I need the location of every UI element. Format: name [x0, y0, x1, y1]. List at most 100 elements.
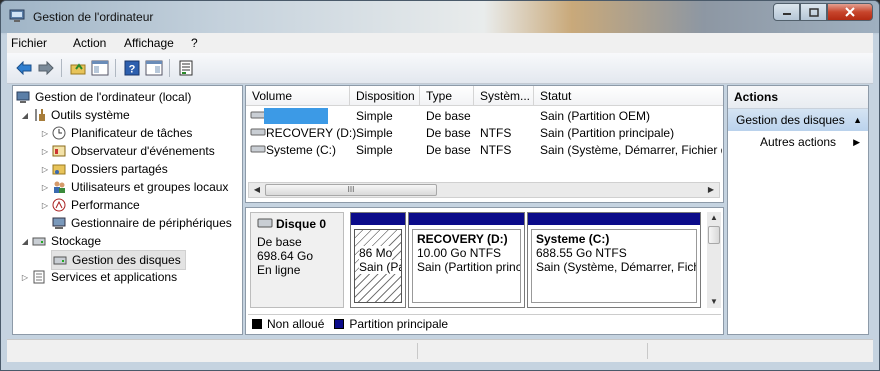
show-hide-action-pane-button[interactable]: [145, 59, 163, 77]
performance-icon: [51, 197, 67, 213]
partition-oem[interactable]: 86 Mo Sain (Pa: [350, 212, 406, 308]
show-hide-tree-button[interactable]: [91, 59, 109, 77]
maximize-button[interactable]: [800, 3, 827, 21]
partition-size: 688.55 Go NTFS: [536, 246, 627, 260]
collapse-icon[interactable]: ◢: [19, 237, 31, 246]
partition-name: Systeme (C:): [536, 232, 610, 246]
disk-icon: [257, 217, 273, 231]
legend: Non alloué Partition principale: [248, 314, 721, 332]
more-actions-label: Autres actions: [760, 135, 837, 149]
close-button[interactable]: [827, 3, 873, 21]
legend-primary: Partition principale: [349, 316, 449, 331]
forward-button[interactable]: [37, 59, 55, 77]
actions-section-disk-management[interactable]: Gestion des disques ▲: [728, 109, 868, 131]
partition-size: 10.00 Go NTFS: [417, 246, 502, 260]
console-tree-icon: [91, 60, 109, 76]
menu-help[interactable]: ?: [191, 36, 198, 50]
volume-name-highlight: [264, 108, 328, 124]
minimize-icon: [782, 13, 791, 15]
vertical-scrollbar[interactable]: ▲ ▼: [707, 212, 721, 308]
partition-name: RECOVERY (D:): [417, 232, 508, 246]
tree-label: Gestion de l'ordinateur (local): [35, 90, 192, 104]
menu-bar: Fichier Action Affichage ?: [7, 33, 873, 53]
folder-up-icon: [70, 63, 86, 75]
title-bar[interactable]: Gestion de l'ordinateur: [1, 1, 879, 33]
expand-icon[interactable]: ▷: [39, 147, 51, 156]
help-icon: ?: [124, 60, 140, 76]
svg-text:?: ?: [129, 64, 136, 76]
tree-item-task-scheduler[interactable]: ▷ Planificateur de tâches: [39, 124, 192, 142]
volume-status: Sain (Partition OEM): [540, 109, 651, 123]
forward-arrow-icon: [38, 61, 54, 75]
scroll-down-icon[interactable]: ▼: [707, 296, 721, 308]
toolbar: ?: [7, 53, 873, 84]
partition-status: Sain (Pa: [359, 260, 401, 274]
partition-recovery[interactable]: RECOVERY (D:) 10.00 Go NTFS Sain (Partit…: [408, 212, 525, 308]
collapse-icon[interactable]: ◢: [19, 111, 31, 120]
collapse-up-icon[interactable]: ▲: [853, 109, 862, 131]
column-header-volume[interactable]: Volume: [246, 86, 350, 106]
tree-item-system-tools[interactable]: ◢ Outils système: [19, 106, 130, 124]
disk-map: Disque 0 De base 698.64 Go En ligne 86 M…: [245, 207, 724, 335]
partition-status: Sain (Système, Démarrer, Fichi: [536, 260, 697, 274]
expand-icon[interactable]: ▷: [19, 273, 31, 282]
action-pane-icon: [145, 60, 163, 76]
tree-label: Gestionnaire de périphériques: [71, 216, 232, 230]
column-header-filesystem[interactable]: Systèm...: [474, 86, 534, 106]
tree-item-root[interactable]: Gestion de l'ordinateur (local): [15, 88, 191, 106]
shared-folder-icon: [51, 161, 67, 177]
column-header-status[interactable]: Statut: [534, 86, 723, 106]
status-bar: [7, 339, 873, 362]
menu-affichage[interactable]: Affichage: [124, 36, 174, 50]
horizontal-scrollbar[interactable]: ◀ III ▶: [248, 182, 720, 198]
minimize-button[interactable]: [773, 3, 800, 21]
tools-icon: [31, 107, 47, 123]
partition-system[interactable]: Systeme (C:) 688.55 Go NTFS Sain (Systèm…: [527, 212, 701, 308]
properties-button[interactable]: [177, 59, 195, 77]
expand-icon[interactable]: ▷: [39, 129, 51, 138]
scroll-right-icon[interactable]: ▶: [704, 184, 718, 196]
submenu-arrow-icon: ▶: [853, 137, 860, 147]
tree-item-device-manager[interactable]: Gestionnaire de périphériques: [39, 214, 232, 232]
column-header-disposition[interactable]: Disposition: [350, 86, 420, 106]
tree-item-disk-management[interactable]: Gestion des disques: [51, 250, 186, 270]
back-button[interactable]: [15, 59, 33, 77]
tree-item-services-apps[interactable]: ▷ Services et applications: [19, 268, 177, 286]
scroll-thumb[interactable]: III: [265, 184, 437, 196]
volume-status: Sain (Système, Démarrer, Fichier d': [540, 143, 722, 157]
unallocated-swatch: [252, 318, 262, 329]
volume-status: Sain (Partition principale): [540, 126, 675, 140]
more-actions-item[interactable]: Autres actions ▶: [728, 131, 868, 153]
scroll-thumb[interactable]: [708, 226, 720, 244]
scroll-up-icon[interactable]: ▲: [707, 212, 721, 224]
app-window: Gestion de l'ordinateur Fichier Action A…: [0, 0, 880, 371]
up-folder-button[interactable]: [69, 59, 87, 77]
tree-item-shared-folders[interactable]: ▷ Dossiers partagés: [39, 160, 168, 178]
menu-fichier[interactable]: Fichier: [11, 36, 47, 50]
scroll-left-icon[interactable]: ◀: [250, 184, 264, 196]
volume-layout: Simple: [356, 143, 393, 157]
computer-management-icon: [9, 9, 25, 23]
expand-icon[interactable]: ▷: [39, 165, 51, 174]
expand-icon[interactable]: ▷: [39, 183, 51, 192]
help-button[interactable]: ?: [123, 59, 141, 77]
tree-label: Services et applications: [51, 270, 178, 284]
tree-item-event-viewer[interactable]: ▷ Observateur d'événements: [39, 142, 215, 160]
tree-label: Planificateur de tâches: [71, 126, 193, 140]
expand-icon[interactable]: ▷: [39, 201, 51, 210]
partition-body: 86 Mo Sain (Pa: [354, 229, 402, 303]
partition-body: Systeme (C:) 688.55 Go NTFS Sain (Systèm…: [531, 229, 697, 303]
tree-label: Outils système: [51, 108, 130, 122]
tree-item-storage[interactable]: ◢ Stockage: [19, 232, 101, 250]
column-header-type[interactable]: Type: [420, 86, 474, 106]
window-controls: [773, 3, 873, 21]
tree-item-performance[interactable]: ▷ Performance: [39, 196, 140, 214]
window-title: Gestion de l'ordinateur: [33, 10, 154, 24]
services-icon: [31, 269, 47, 285]
properties-icon: [179, 60, 193, 76]
partition-status: Sain (Partition princ: [417, 260, 521, 274]
menu-action[interactable]: Action: [73, 36, 106, 50]
disk-info[interactable]: Disque 0 De base 698.64 Go En ligne: [250, 212, 344, 308]
storage-icon: [31, 233, 47, 249]
tree-item-users-groups[interactable]: ▷ Utilisateurs et groupes locaux: [39, 178, 229, 196]
